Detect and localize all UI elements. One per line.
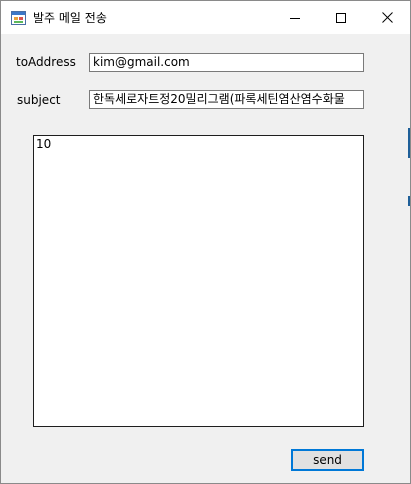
window-title: 발주 메일 전송 xyxy=(33,11,107,25)
to-address-input[interactable]: kim@gmail.com xyxy=(89,53,364,72)
mail-send-window: 발주 메일 전송 toAddress kim@gmail.com subject… xyxy=(0,0,411,484)
to-address-label: toAddress xyxy=(16,55,76,69)
minimize-icon xyxy=(290,8,300,27)
background-window-edge xyxy=(408,128,410,158)
send-button[interactable]: send xyxy=(291,449,364,471)
close-icon xyxy=(381,8,393,27)
minimize-button[interactable] xyxy=(272,1,318,34)
close-button[interactable] xyxy=(364,1,410,34)
maximize-button[interactable] xyxy=(318,1,364,34)
background-window-edge xyxy=(408,196,410,206)
subject-input[interactable]: 한독세로자트정20밀리그램(파록세틴염산염수화물 xyxy=(89,90,364,109)
mail-body-textarea[interactable]: 10 xyxy=(33,135,364,427)
title-bar[interactable]: 발주 메일 전송 xyxy=(1,1,410,34)
maximize-icon xyxy=(336,8,346,27)
subject-label: subject xyxy=(17,93,61,107)
form-app-icon xyxy=(11,10,26,25)
